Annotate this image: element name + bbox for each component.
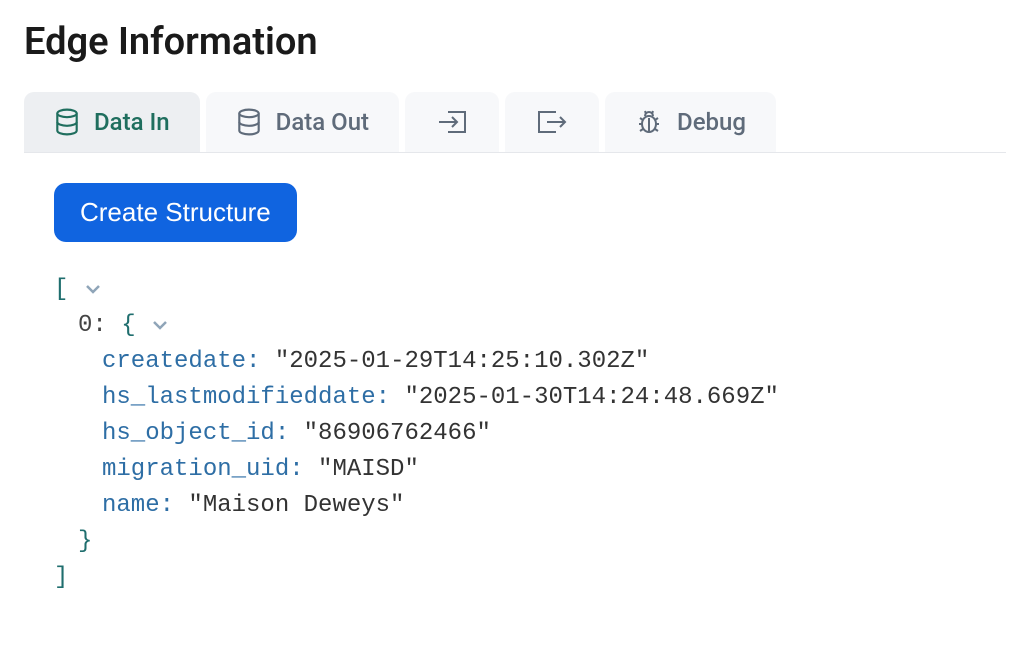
tab-label: Data In <box>94 108 170 136</box>
expand-toggle-icon[interactable] <box>85 283 101 295</box>
json-key: migration_uid: <box>102 456 304 483</box>
json-key: hs_lastmodifieddate: <box>102 384 390 411</box>
json-open-array[interactable]: [ <box>54 276 68 303</box>
json-value: "Maison Deweys" <box>188 492 404 519</box>
expand-toggle-icon[interactable] <box>152 319 168 331</box>
json-close-array: ] <box>54 564 68 591</box>
tab-output[interactable] <box>505 92 599 152</box>
json-open-brace[interactable]: { <box>121 312 135 339</box>
database-icon <box>54 108 80 136</box>
output-arrow-icon <box>535 108 569 136</box>
database-icon <box>236 108 262 136</box>
tab-data-out[interactable]: Data Out <box>206 92 399 152</box>
create-structure-button[interactable]: Create Structure <box>54 183 297 242</box>
json-value: "2025-01-30T14:24:48.669Z" <box>404 384 778 411</box>
tab-label: Debug <box>677 108 746 136</box>
tab-bar: Data In Data Out <box>24 92 1006 153</box>
json-close-brace: } <box>78 528 92 555</box>
tab-input[interactable] <box>405 92 499 152</box>
json-key: hs_object_id: <box>102 420 289 447</box>
json-value: "2025-01-29T14:25:10.302Z" <box>275 348 649 375</box>
tab-debug[interactable]: Debug <box>605 92 776 152</box>
page-title: Edge Information <box>24 20 1006 64</box>
tab-data-in[interactable]: Data In <box>24 92 200 152</box>
json-index: 0: <box>78 312 107 339</box>
input-arrow-icon <box>435 108 469 136</box>
json-value: "MAISD" <box>318 456 419 483</box>
json-key: name: <box>102 492 174 519</box>
tab-label: Data Out <box>276 108 369 136</box>
json-viewer: [ 0: { createdate: "2025-01-29T14:25:10.… <box>54 272 976 596</box>
tab-content: Create Structure [ 0: { createdate: "202… <box>24 153 1006 596</box>
bug-icon <box>635 108 663 136</box>
json-key: createdate: <box>102 348 260 375</box>
json-value: "86906762466" <box>304 420 491 447</box>
